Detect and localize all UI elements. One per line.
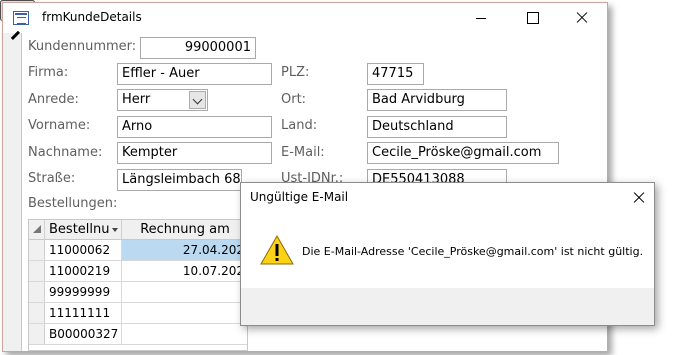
invoice-date-cell[interactable] — [122, 282, 247, 303]
anrede-combo[interactable]: Herr — [117, 89, 208, 111]
anrede-label: Anrede: — [28, 92, 79, 107]
row-selector[interactable] — [29, 282, 45, 303]
order-number-cell[interactable]: 11111111 — [45, 303, 122, 324]
ort-label: Ort: — [281, 92, 307, 107]
chevron-down-icon[interactable] — [189, 91, 206, 109]
strasse-field[interactable]: Längsleimbach 68c — [117, 169, 242, 191]
land-label: Land: — [281, 118, 318, 133]
order-number-cell[interactable]: 99999999 — [45, 282, 122, 303]
firma-field[interactable]: Effler - Auer — [117, 63, 272, 85]
plz-label: PLZ: — [281, 65, 310, 80]
invoice-date-cell[interactable]: 27.04.202 — [122, 240, 247, 261]
window-title: frmKundeDetails — [42, 10, 142, 24]
email-label: E-Mail: — [281, 145, 325, 160]
strasse-label: Straße: — [28, 171, 76, 186]
select-all-corner[interactable] — [29, 220, 45, 240]
close-icon[interactable] — [632, 190, 646, 204]
vorname-label: Vorname: — [28, 118, 91, 133]
row-selector[interactable] — [29, 261, 45, 282]
minimize-icon[interactable] — [458, 3, 504, 33]
row-selector[interactable] — [29, 324, 45, 345]
land-field[interactable]: Deutschland — [367, 116, 507, 138]
email-field[interactable]: Cecile_Pröske@gmail.com — [367, 142, 559, 164]
row-selector[interactable] — [29, 240, 45, 261]
column-header-label: Bestellnu — [49, 222, 110, 237]
column-header-label: Rechnung am — [140, 222, 230, 237]
orders-datasheet[interactable]: Bestellnu Rechnung am 11000062 27.04.202… — [28, 219, 248, 351]
kundennummer-field[interactable]: 99000001 — [140, 37, 256, 59]
warning-icon — [260, 235, 294, 265]
form-titlebar[interactable]: frmKundeDetails — [3, 3, 607, 33]
form-icon — [13, 11, 29, 25]
ort-field[interactable]: Bad Arvidburg — [367, 89, 507, 111]
dialog-footer — [241, 288, 654, 325]
invoice-date-cell[interactable] — [122, 303, 247, 324]
record-selector[interactable] — [3, 33, 22, 351]
firma-label: Firma: — [28, 65, 69, 80]
maximize-icon[interactable] — [509, 3, 555, 33]
plz-field[interactable]: 47715 — [367, 63, 424, 85]
close-icon[interactable] — [559, 3, 605, 33]
dialog-title: Ungültige E-Mail — [250, 190, 349, 204]
dropdown-arrow-icon[interactable] — [112, 228, 118, 232]
order-number-cell[interactable]: B00000327 — [45, 324, 122, 345]
nachname-field[interactable]: Kempter — [117, 142, 272, 164]
anrede-value: Herr — [122, 92, 151, 107]
column-header-bestellnummer[interactable]: Bestellnu — [45, 220, 122, 240]
row-selector[interactable] — [29, 303, 45, 324]
bestellungen-label: Bestellungen: — [28, 196, 118, 211]
vorname-field[interactable]: Arno — [117, 116, 272, 138]
invoice-date-cell[interactable] — [122, 324, 247, 345]
dialog-message: Die E-Mail-Adresse 'Cecile_Pröske@gmail.… — [302, 245, 644, 258]
order-number-cell[interactable]: 11000062 — [45, 240, 122, 261]
invoice-date-cell[interactable]: 10.07.202 — [122, 261, 247, 282]
nachname-label: Nachname: — [28, 145, 103, 160]
order-number-cell[interactable]: 11000219 — [45, 261, 122, 282]
message-dialog: Ungültige E-Mail Die E-Mail-Adresse 'Cec… — [240, 182, 655, 326]
kundennummer-label: Kundennummer: — [28, 39, 137, 54]
column-header-rechnung-am[interactable]: Rechnung am — [122, 220, 247, 240]
